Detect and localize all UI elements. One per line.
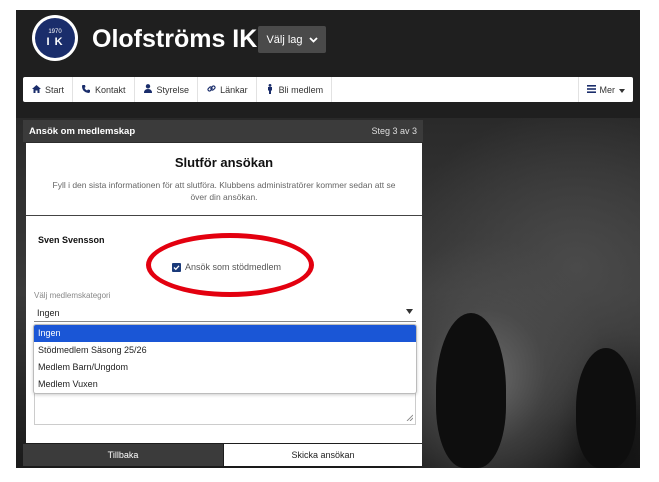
team-select-button[interactable]: Välj lag bbox=[258, 26, 326, 53]
home-icon bbox=[31, 84, 41, 95]
submit-button[interactable]: Skicka ansökan bbox=[224, 444, 422, 466]
nav-item-label: Start bbox=[45, 84, 65, 95]
nav-item-label: Länkar bbox=[220, 84, 248, 95]
message-textarea[interactable] bbox=[34, 393, 416, 425]
nav-item-bli-medlem[interactable]: Bli medlem bbox=[257, 77, 333, 102]
nav-item-kontakt[interactable]: Kontakt bbox=[73, 77, 135, 102]
nav-item-styrelse[interactable]: Styrelse bbox=[135, 77, 199, 102]
nav-item-lankar[interactable]: Länkar bbox=[198, 77, 257, 102]
dropdown-option[interactable]: Medlem Vuxen bbox=[34, 376, 416, 393]
category-value: Ingen bbox=[37, 307, 60, 318]
application-form-card: Slutför ansökan Fyll i den sista informa… bbox=[26, 143, 422, 443]
main-nav: Start Kontakt Styrelse Länkar Bli medlem bbox=[23, 77, 633, 102]
resize-handle-icon[interactable] bbox=[406, 414, 414, 423]
category-dropdown: Ingen Stödmedlem Säsong 25/26 Medlem Bar… bbox=[33, 324, 417, 394]
background-figure bbox=[576, 348, 636, 468]
dropdown-option[interactable]: Stödmedlem Säsong 25/26 bbox=[34, 342, 416, 359]
nav-more-button[interactable]: Mer bbox=[577, 77, 634, 102]
form-heading: Slutför ansökan bbox=[174, 155, 274, 170]
link-icon bbox=[206, 84, 216, 95]
dropdown-option[interactable]: Ingen bbox=[34, 325, 416, 342]
dropdown-option[interactable]: Medlem Barn/Ungdom bbox=[34, 359, 416, 376]
club-name[interactable]: Olofströms IK bbox=[92, 24, 257, 54]
club-logo[interactable]: 1970 I K bbox=[32, 15, 78, 61]
category-select[interactable]: Ingen bbox=[34, 304, 416, 322]
club-logo-emblem: 1970 I K bbox=[35, 18, 75, 58]
person-icon bbox=[265, 83, 275, 96]
nav-item-start[interactable]: Start bbox=[23, 77, 74, 102]
caret-down-icon bbox=[619, 85, 625, 95]
panel-header: Ansök om medlemskap Steg 3 av 3 bbox=[23, 120, 423, 142]
chevron-down-icon bbox=[308, 34, 318, 46]
step-indicator: Steg 3 av 3 bbox=[371, 126, 417, 136]
divider bbox=[26, 215, 422, 216]
nav-item-label: Bli medlem bbox=[278, 84, 324, 95]
annotation-circle bbox=[146, 233, 314, 297]
menu-icon bbox=[586, 84, 596, 95]
app-frame: 1970 I K Olofströms IK Välj lag Start Ko… bbox=[16, 10, 640, 468]
category-label: Välj medlemskategori bbox=[34, 291, 111, 300]
nav-item-label: Kontakt bbox=[95, 84, 126, 95]
nav-item-label: Styrelse bbox=[156, 84, 190, 95]
nav-more-label: Mer bbox=[599, 84, 616, 95]
background-figure bbox=[436, 313, 506, 468]
member-name: Sven Svensson bbox=[38, 235, 105, 245]
panel-title: Ansök om medlemskap bbox=[29, 125, 136, 137]
back-button[interactable]: Tillbaka bbox=[23, 444, 223, 466]
team-select-label: Välj lag bbox=[266, 33, 303, 46]
user-icon bbox=[143, 84, 153, 95]
logo-letters: I K bbox=[46, 35, 64, 48]
caret-down-icon bbox=[406, 309, 413, 316]
logo-year: 1970 bbox=[48, 28, 62, 35]
form-description: Fyll i den sista informationen för att s… bbox=[52, 180, 396, 202]
phone-icon bbox=[81, 84, 91, 95]
